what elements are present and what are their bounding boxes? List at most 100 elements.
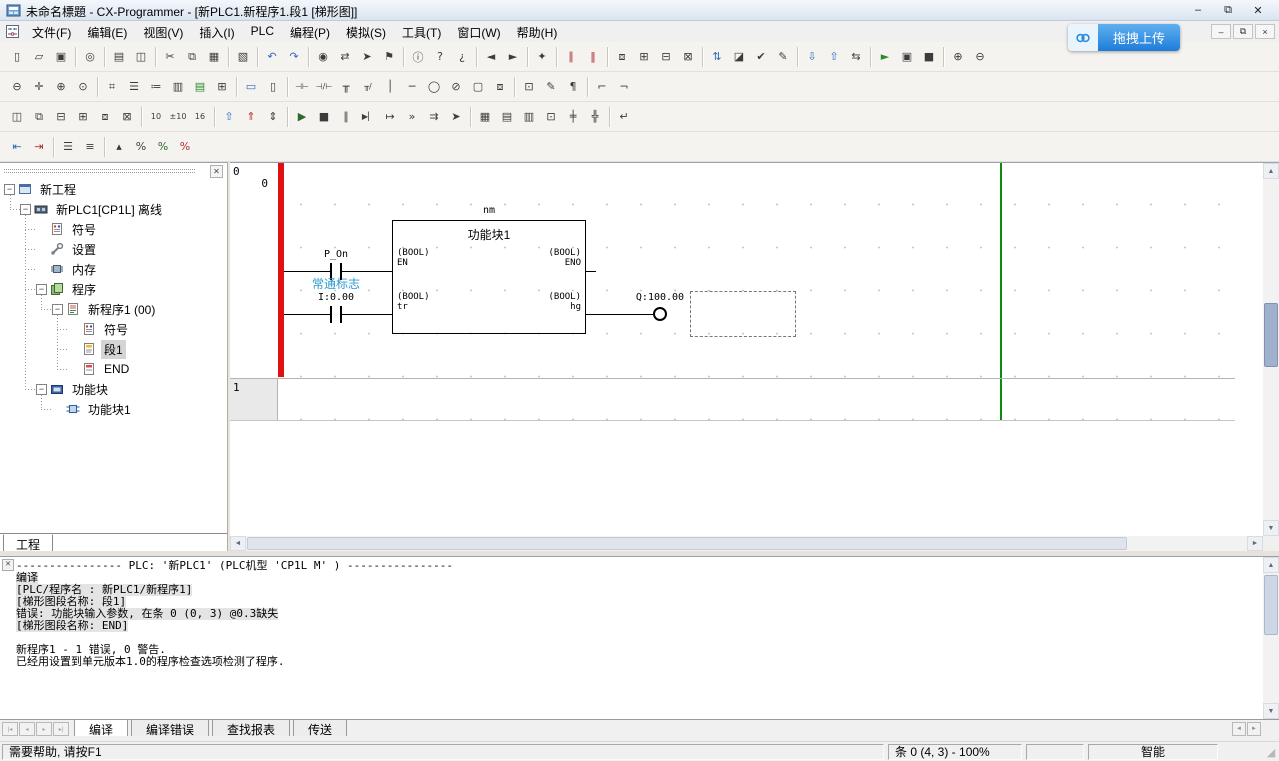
tb-fb-parameter-button[interactable]: ⊡ bbox=[518, 76, 540, 98]
tb-go-parent-button[interactable]: ▴ bbox=[108, 136, 130, 158]
output-nav-first-button[interactable]: |◂ bbox=[2, 722, 18, 736]
tb-sim-run-button[interactable]: ▶ bbox=[291, 106, 313, 128]
tb-online-edit-button[interactable]: ✎ bbox=[772, 46, 794, 68]
tb-io-table-button[interactable]: ▥ bbox=[518, 106, 540, 128]
fb-input-tr[interactable]: (BOOL)tr bbox=[397, 292, 430, 312]
tb-compile-button[interactable]: ✔ bbox=[750, 46, 772, 68]
menu-edit[interactable]: 编辑(E) bbox=[79, 21, 135, 43]
tb-sim-scan-button[interactable]: ⇉ bbox=[423, 106, 445, 128]
tb-monitor-button[interactable]: ◪ bbox=[728, 46, 750, 68]
tb-memory-view-button[interactable]: ▤ bbox=[496, 106, 518, 128]
output-close-button[interactable]: ✕ bbox=[2, 559, 14, 571]
tb-sim-step-over-button[interactable]: ↦ bbox=[379, 106, 401, 128]
tb-contact-no-button[interactable]: ⊣⊢ bbox=[291, 76, 313, 98]
menu-tools[interactable]: 工具(T) bbox=[394, 21, 449, 43]
scroll-right-button[interactable]: ► bbox=[1247, 536, 1263, 551]
tree-expander-icon[interactable]: − bbox=[52, 304, 63, 315]
tb-close-all-button[interactable]: ⊠ bbox=[116, 106, 138, 128]
output-tab-transfer[interactable]: 传送 bbox=[293, 720, 347, 737]
tb-radix-decimal-button[interactable]: 10 bbox=[145, 106, 167, 128]
tree-item-end[interactable]: END bbox=[0, 359, 227, 379]
tb-view-symbol-bar-button[interactable]: ▯ bbox=[262, 76, 284, 98]
ladder-cursor[interactable] bbox=[690, 291, 796, 337]
tb-fb-invocation-button[interactable]: ⧈ bbox=[489, 76, 511, 98]
output-tab-find-report[interactable]: 查找报表 bbox=[212, 720, 290, 737]
upload-button[interactable]: 拖拽上传 bbox=[1098, 24, 1180, 51]
workspace-grip[interactable]: ✕ bbox=[0, 163, 227, 179]
tb-comment-list-button[interactable]: ☰ bbox=[57, 136, 79, 158]
tb-zoom-out-button[interactable]: ⊖ bbox=[969, 46, 991, 68]
output-nav-last-button[interactable]: ▸| bbox=[53, 722, 69, 736]
tb-radix-signed-button[interactable]: ±10 bbox=[167, 106, 189, 128]
fb-instance-name[interactable]: nm bbox=[392, 205, 586, 216]
tb-vertical-line-button[interactable]: │ bbox=[379, 76, 401, 98]
tb-sim-stop-button[interactable]: ■ bbox=[313, 106, 335, 128]
tb-show-symbols-button[interactable]: ≔ bbox=[145, 76, 167, 98]
tree-item-fb-folder[interactable]: −功能块 bbox=[0, 379, 227, 399]
output-line[interactable]: ---------------- PLC: '新PLC1' (PLC机型 'CP… bbox=[16, 560, 1263, 572]
output-nav-next-button[interactable]: ▸ bbox=[36, 722, 52, 736]
tb-work-online-button[interactable]: ⇅ bbox=[706, 46, 728, 68]
tree-item-program1[interactable]: −新程序1 (00) bbox=[0, 299, 227, 319]
tb-sim-step-button[interactable]: ▶▏ bbox=[357, 106, 379, 128]
tab-scroll-right-button[interactable]: ► bbox=[1247, 722, 1261, 736]
tree-item-programs[interactable]: −程序 bbox=[0, 279, 227, 299]
tb-replace-button[interactable]: ⇄ bbox=[334, 46, 356, 68]
scroll-up-button[interactable]: ▲ bbox=[1263, 557, 1279, 573]
tb-undo-button[interactable]: ↶ bbox=[261, 46, 283, 68]
tb-zoom-fit-button[interactable]: ⊙ bbox=[72, 76, 94, 98]
tb-sim-goto-button[interactable]: ➤ bbox=[445, 106, 467, 128]
tb-zoom-out-view-button[interactable]: ⊖ bbox=[6, 76, 28, 98]
ladder-editor[interactable]: 0 0 1 P_On 常通标志 I:0.00 nm 功能块1 (BOOL)EN … bbox=[230, 162, 1263, 536]
tb-tile-windows-button[interactable]: ⊞ bbox=[633, 46, 655, 68]
tb-redo-button[interactable]: ↷ bbox=[283, 46, 305, 68]
tab-scroll-left-button[interactable]: ◄ bbox=[1232, 722, 1246, 736]
tb-save-button[interactable]: ▣ bbox=[50, 46, 72, 68]
tb-find-button[interactable]: ◉ bbox=[312, 46, 334, 68]
tb-arrange-icons-button[interactable]: ⊟ bbox=[655, 46, 677, 68]
tb-horizontal-line-button[interactable]: ─ bbox=[401, 76, 423, 98]
menu-help[interactable]: 帮助(H) bbox=[509, 21, 566, 43]
tb-monitor-mode-button[interactable]: ▣ bbox=[896, 46, 918, 68]
tb-open-button[interactable]: ▱ bbox=[28, 46, 50, 68]
tree-item-symbols[interactable]: 符号 bbox=[0, 219, 227, 239]
tb-contact-nc-button[interactable]: ⊣/⊢ bbox=[313, 76, 335, 98]
tb-cascade-windows-button[interactable]: ⧈ bbox=[611, 46, 633, 68]
tb-print-preview-button[interactable]: ◫ bbox=[130, 46, 152, 68]
tree-item-project[interactable]: −新工程 bbox=[0, 179, 227, 199]
tb-paste-rung-button[interactable]: ▧ bbox=[232, 46, 254, 68]
fb-output-hg[interactable]: (BOOL)hg bbox=[548, 292, 581, 312]
output-line[interactable]: 已经用设置到单元版本1.0的程序检查选项检测了程序. bbox=[16, 656, 1263, 668]
scroll-thumb[interactable] bbox=[1264, 303, 1278, 367]
tree-expander-icon[interactable]: − bbox=[20, 204, 31, 215]
tb-address-list-button[interactable]: ≡ bbox=[79, 136, 101, 158]
tb-sim-pause-button[interactable]: ∥ bbox=[335, 106, 357, 128]
tb-search-window-button[interactable]: ◎ bbox=[79, 46, 101, 68]
tb-watch-window-button[interactable]: ▦ bbox=[474, 106, 496, 128]
tree-item-fb1[interactable]: 功能块1 bbox=[0, 399, 227, 419]
tb-zoom-100-button[interactable]: % bbox=[130, 136, 152, 158]
tb-show-section-list-button[interactable]: ▤ bbox=[189, 76, 211, 98]
scroll-thumb[interactable] bbox=[247, 537, 1127, 550]
tb-pause-button[interactable]: ∥ bbox=[560, 46, 582, 68]
tree-item-memory[interactable]: 内存 bbox=[0, 259, 227, 279]
tb-tile-vertical-button[interactable]: ⊞ bbox=[72, 106, 94, 128]
tb-next-error-button[interactable]: ► bbox=[502, 46, 524, 68]
tb-force-on-button[interactable]: ⇑ bbox=[240, 106, 262, 128]
contact-p-on-label[interactable]: P_On bbox=[308, 249, 364, 260]
tb-view-mnemonic-button[interactable]: ▭ bbox=[240, 76, 262, 98]
tb-new-button[interactable]: ▯ bbox=[6, 46, 28, 68]
tb-instruction-button[interactable]: ▢ bbox=[467, 76, 489, 98]
output-line[interactable]: [梯形图段名称: END] bbox=[16, 620, 128, 632]
tb-or-contact-nc-button[interactable]: ╥/ bbox=[357, 76, 379, 98]
tb-new-window-button[interactable]: ⧉ bbox=[28, 106, 50, 128]
tb-help-button[interactable]: ? bbox=[429, 46, 451, 68]
tb-find-next-button[interactable]: ➤ bbox=[356, 46, 378, 68]
close-button[interactable]: ✕ bbox=[1243, 2, 1273, 18]
tb-edit-io-comment-button[interactable]: ✎ bbox=[540, 76, 562, 98]
editor-vertical-scrollbar[interactable]: ▲ ▼ bbox=[1263, 162, 1279, 536]
mdi-minimize-button[interactable]: – bbox=[1211, 24, 1231, 39]
contact-i000-symbol[interactable] bbox=[340, 306, 342, 323]
tb-force-cancel-button[interactable]: ⇕ bbox=[262, 106, 284, 128]
tb-zoom-minus-button[interactable]: % bbox=[174, 136, 196, 158]
